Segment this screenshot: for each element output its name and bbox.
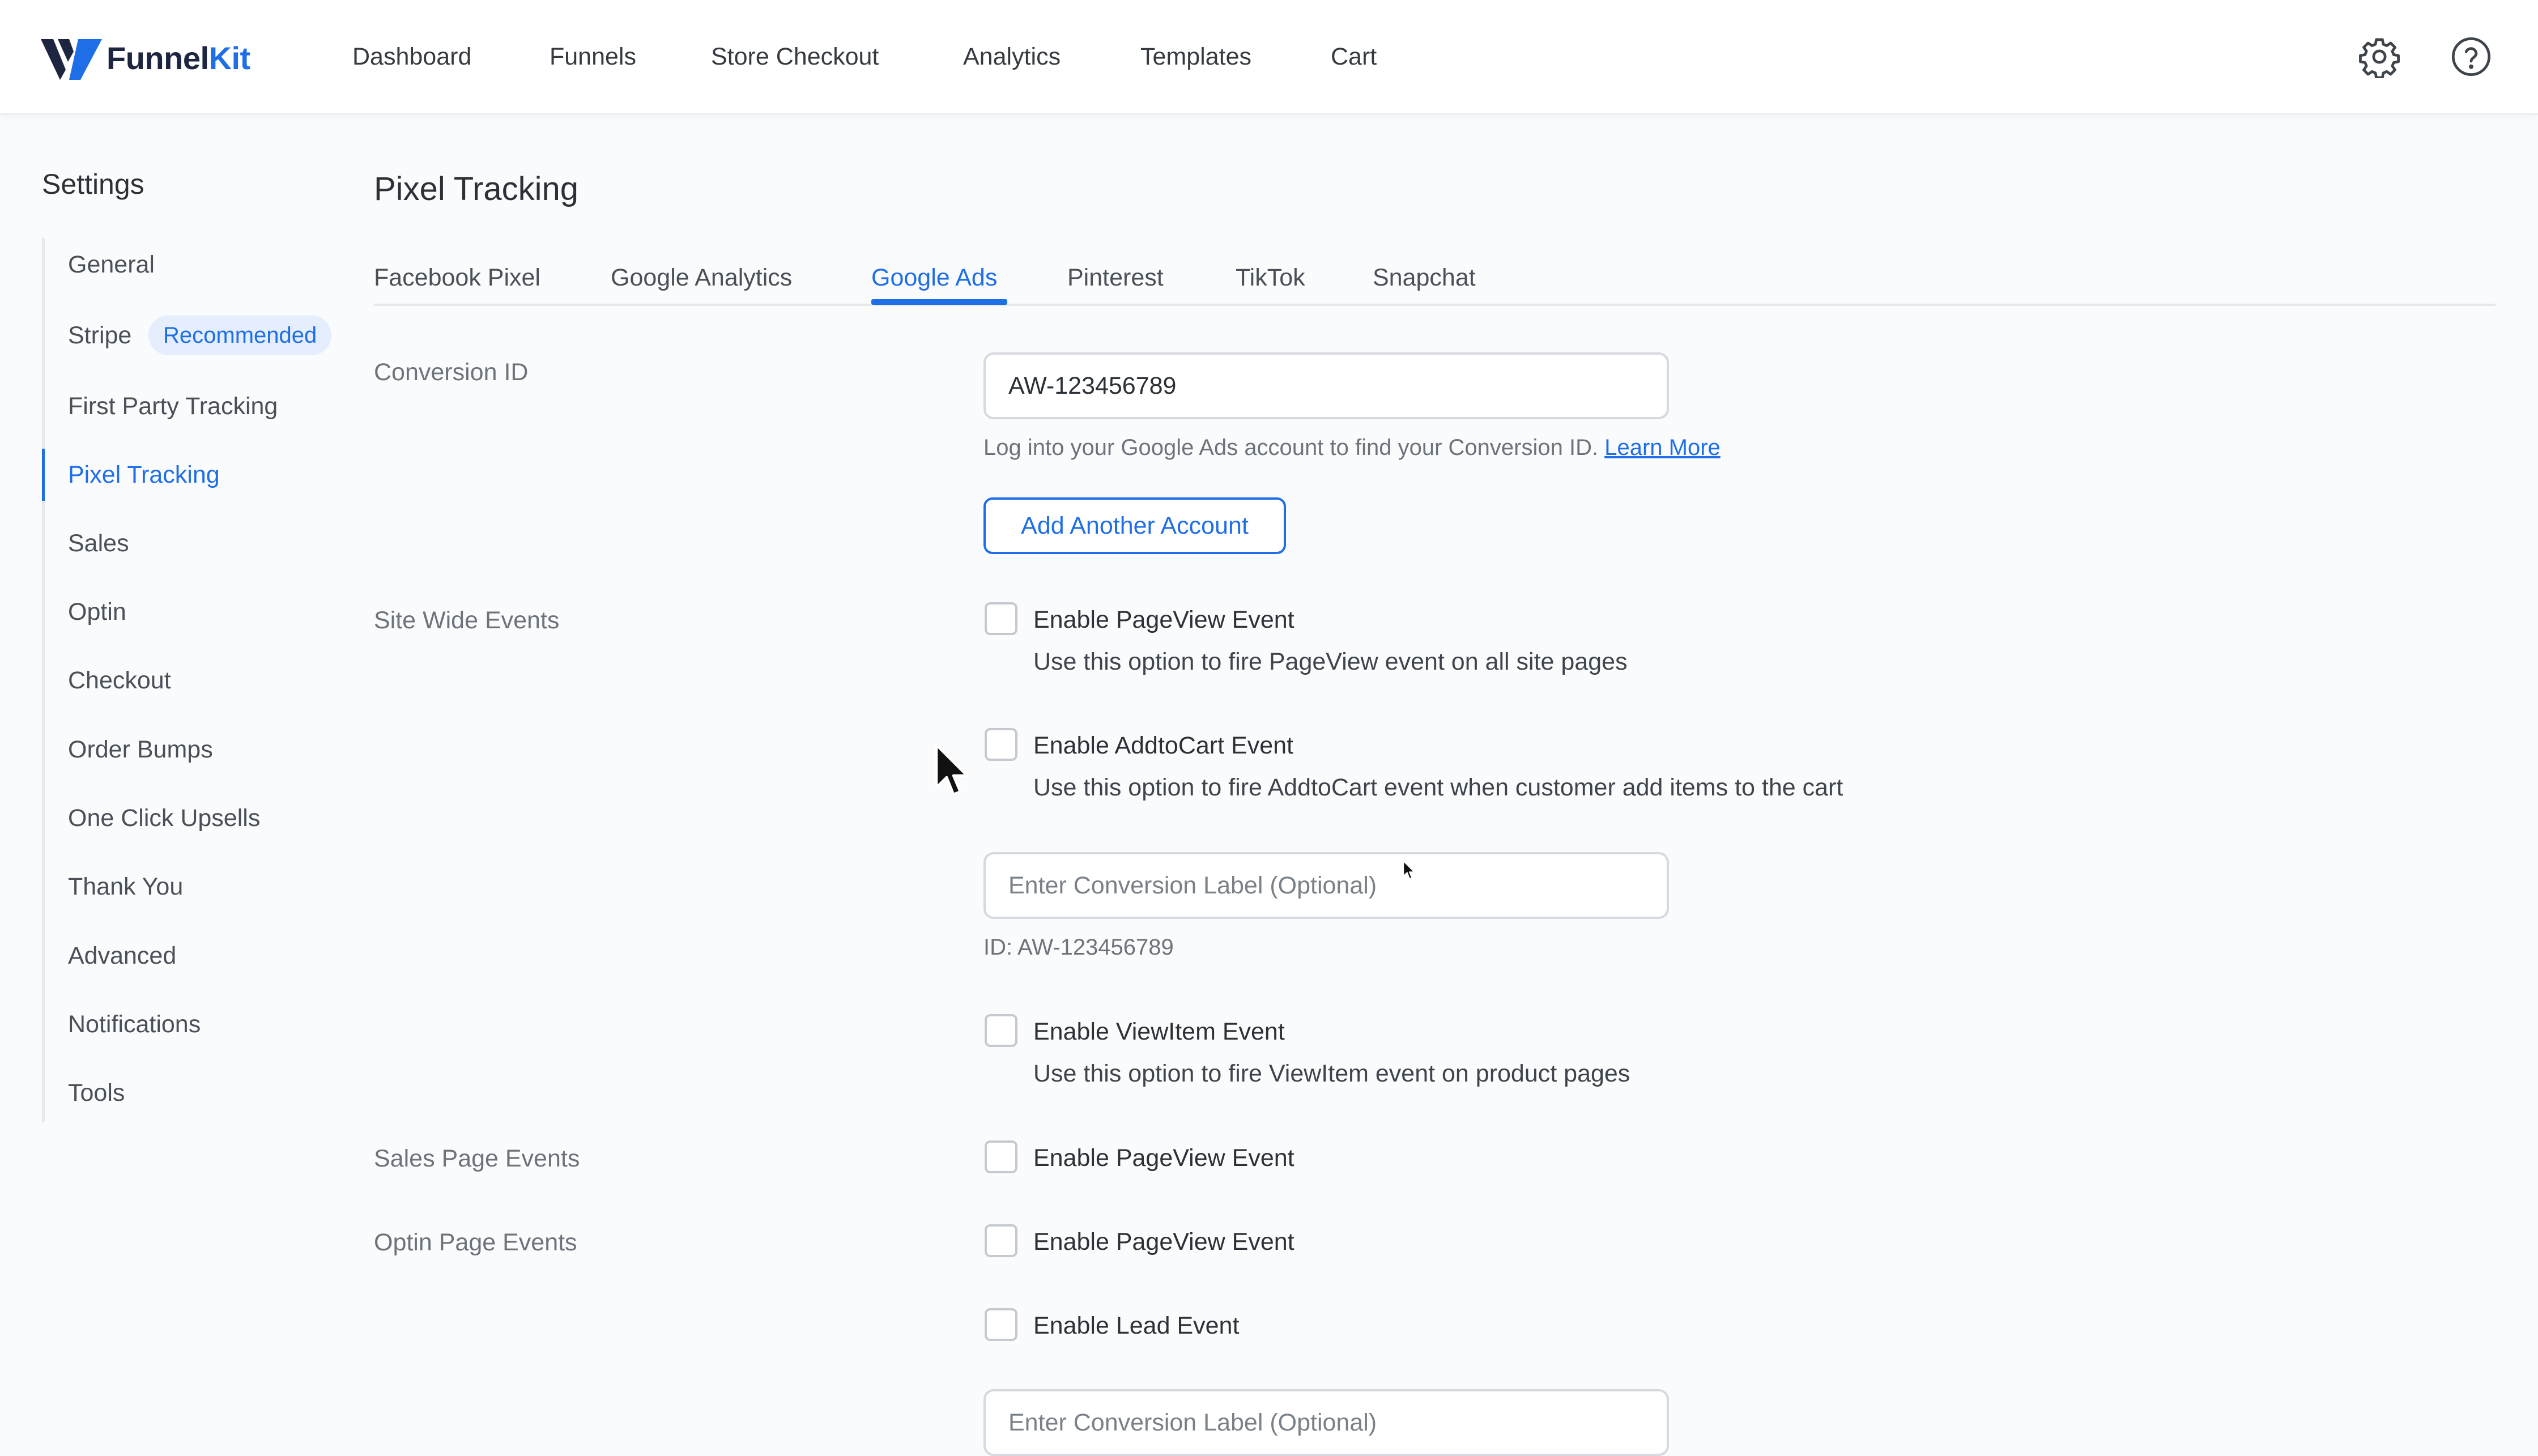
conversion-id-label: Conversion ID xyxy=(374,359,529,386)
sales-page-events-label: Sales Page Events xyxy=(374,1145,580,1172)
optin-pageview-checkbox[interactable] xyxy=(985,1224,1017,1257)
sidebar-item-one-click-upsells[interactable]: One Click Upsells xyxy=(68,798,260,838)
mouse-pointer-icon xyxy=(935,743,969,796)
tab-google-analytics[interactable]: Google Analytics xyxy=(611,258,792,297)
viewitem-label[interactable]: Enable ViewItem Event xyxy=(1033,1014,1285,1050)
tabs-divider xyxy=(374,304,2496,306)
tab-google-ads[interactable]: Google Ads xyxy=(871,258,997,297)
add-another-account-button[interactable]: Add Another Account xyxy=(983,497,1286,554)
learn-more-link[interactable]: Learn More xyxy=(1604,435,1721,460)
tab-facebook-pixel[interactable]: Facebook Pixel xyxy=(374,258,540,297)
sidebar-item-thank-you[interactable]: Thank You xyxy=(68,867,183,906)
site-pageview-label[interactable]: Enable PageView Event xyxy=(1033,602,1294,638)
tab-pinterest[interactable]: Pinterest xyxy=(1067,258,1164,297)
help-icon[interactable] xyxy=(2447,33,2495,80)
viewitem-desc: Use this option to fire ViewItem event o… xyxy=(1033,1060,1630,1087)
optin-pageview-label[interactable]: Enable PageView Event xyxy=(1033,1224,1294,1260)
tab-tiktok[interactable]: TikTok xyxy=(1236,258,1305,297)
nav-funnels[interactable]: Funnels xyxy=(550,0,636,113)
lead-conversion-label-input[interactable] xyxy=(983,1389,1669,1456)
conversion-id-help-text: Log into your Google Ads account to find… xyxy=(983,435,1599,460)
top-bar: FunnelKit Dashboard Funnels Store Checko… xyxy=(0,0,2538,115)
sales-pageview-checkbox[interactable] xyxy=(985,1140,1017,1173)
lead-label[interactable]: Enable Lead Event xyxy=(1033,1308,1239,1344)
nav-analytics[interactable]: Analytics xyxy=(963,0,1061,113)
conversion-id-input[interactable] xyxy=(983,352,1669,419)
site-wide-events-label: Site Wide Events xyxy=(374,607,560,634)
nav-cart[interactable]: Cart xyxy=(1331,0,1377,113)
sidebar-item-advanced[interactable]: Advanced xyxy=(68,936,176,976)
sidebar-item-general[interactable]: General xyxy=(68,245,155,284)
addtocart-checkbox[interactable] xyxy=(985,728,1017,761)
addtocart-label[interactable]: Enable AddtoCart Event xyxy=(1033,727,1293,764)
addtocart-desc: Use this option to fire AddtoCart event … xyxy=(1033,774,1843,801)
sidebar-item-order-bumps[interactable]: Order Bumps xyxy=(68,730,213,769)
nav-templates[interactable]: Templates xyxy=(1140,0,1251,113)
page-title: Pixel Tracking xyxy=(374,171,579,207)
sidebar-item-pixel-tracking[interactable]: Pixel Tracking xyxy=(68,455,220,495)
recommended-badge: Recommended xyxy=(148,316,332,355)
sidebar-item-sales[interactable]: Sales xyxy=(68,523,129,563)
sales-pageview-label[interactable]: Enable PageView Event xyxy=(1033,1140,1294,1176)
sidebar-active-indicator xyxy=(42,449,45,501)
sidebar-divider xyxy=(42,238,45,1122)
text-cursor-pointer-icon xyxy=(1403,860,1415,880)
conversion-id-note: ID: AW-123456789 xyxy=(983,935,1174,960)
viewitem-checkbox[interactable] xyxy=(985,1014,1017,1047)
nav-store-checkout[interactable]: Store Checkout xyxy=(711,0,879,113)
gear-icon[interactable] xyxy=(2356,33,2403,80)
site-pageview-checkbox[interactable] xyxy=(985,602,1017,635)
sidebar-item-first-party-tracking[interactable]: First Party Tracking xyxy=(68,386,278,426)
funnelkit-logo-icon xyxy=(41,39,102,80)
site-pageview-desc: Use this option to fire PageView event o… xyxy=(1033,648,1628,675)
sidebar-item-tools[interactable]: Tools xyxy=(68,1073,125,1113)
nav-dashboard[interactable]: Dashboard xyxy=(352,0,471,113)
sidebar-item-optin[interactable]: Optin xyxy=(68,592,126,632)
sidebar-item-stripe[interactable]: Stripe xyxy=(68,316,131,355)
addtocart-conversion-label-input[interactable] xyxy=(983,852,1669,919)
funnelkit-logo[interactable]: FunnelKit xyxy=(41,29,250,86)
sidebar-item-notifications[interactable]: Notifications xyxy=(68,1004,201,1044)
tab-snapchat[interactable]: Snapchat xyxy=(1373,258,1476,297)
brand-name: FunnelKit xyxy=(107,40,250,76)
optin-page-events-label: Optin Page Events xyxy=(374,1229,577,1256)
conversion-id-help: Log into your Google Ads account to find… xyxy=(983,431,1721,465)
sidebar-item-checkout[interactable]: Checkout xyxy=(68,661,171,700)
active-tab-indicator xyxy=(871,299,1007,305)
lead-checkbox[interactable] xyxy=(985,1308,1017,1341)
sidebar-title: Settings xyxy=(42,168,144,200)
